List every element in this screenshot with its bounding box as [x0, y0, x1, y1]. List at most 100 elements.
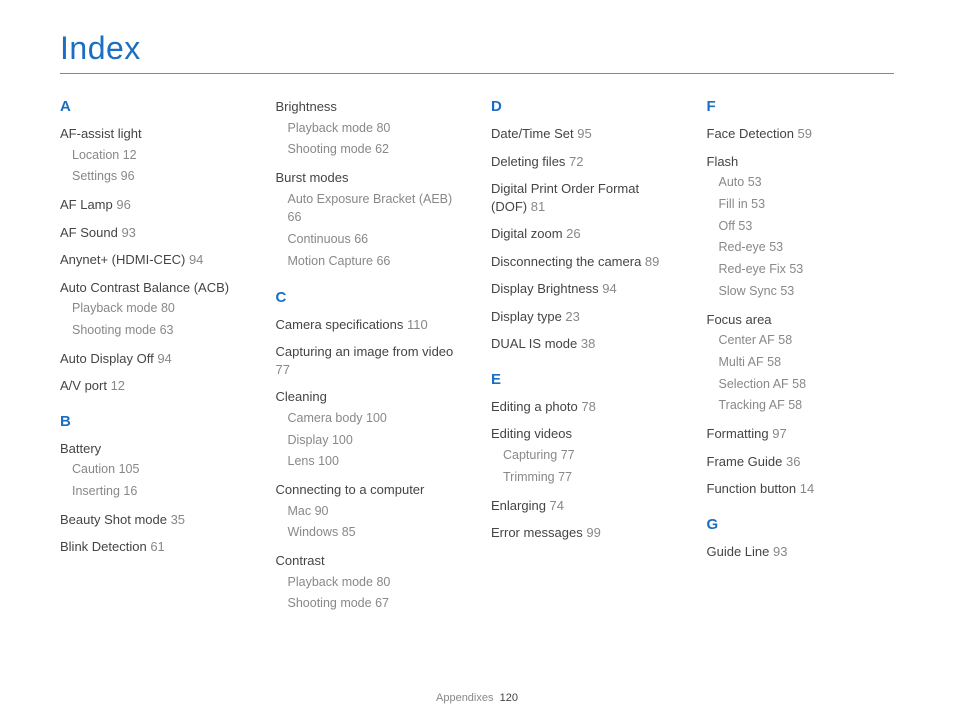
index-page: 99 [586, 525, 600, 540]
index-subterm: Shooting mode [72, 323, 160, 337]
index-subterm: Motion Capture [288, 254, 377, 268]
index-entry: AF Lamp 96 [60, 196, 248, 214]
index-subterm: Off [719, 219, 739, 233]
index-page: 77 [558, 470, 572, 484]
index-columns: AAF-assist lightLocation 12Settings 96AF… [60, 98, 894, 623]
index-page: 53 [738, 219, 752, 233]
index-entry: Guide Line 93 [707, 543, 895, 561]
index-page: 85 [342, 525, 356, 539]
index-column: DDate/Time Set 95Deleting files 72Digita… [491, 98, 679, 623]
index-page: 72 [569, 154, 583, 169]
index-column: FFace Detection 59FlashAuto 53Fill in 53… [707, 98, 895, 623]
index-subentry: Center AF 58 [719, 331, 895, 350]
index-entry: Editing a photo 78 [491, 398, 679, 416]
index-term: Burst modes [276, 169, 464, 187]
index-page: 100 [366, 411, 387, 425]
index-letter: G [707, 516, 895, 533]
index-subentry: Caution 105 [72, 460, 248, 479]
index-subentry: Selection AF 58 [719, 375, 895, 394]
index-subterm: Lens [288, 454, 319, 468]
index-subentry: Settings 96 [72, 167, 248, 186]
index-term: Editing videos [491, 425, 679, 443]
index-subterm: Mac [288, 504, 315, 518]
index-term: Auto Contrast Balance (ACB) [60, 279, 248, 297]
index-page: 100 [318, 454, 339, 468]
index-subentry: Playback mode 80 [288, 119, 464, 138]
index-subterm: Caution [72, 462, 119, 476]
index-subentry: Camera body 100 [288, 409, 464, 428]
index-page: 80 [376, 575, 390, 589]
index-entry: Auto Display Off 94 [60, 350, 248, 368]
index-subentry: Shooting mode 63 [72, 321, 248, 340]
index-page: 89 [645, 254, 659, 269]
index-entry: Beauty Shot mode 35 [60, 511, 248, 529]
index-entry: Camera specifications 110 [276, 316, 464, 334]
index-subentry: Windows 85 [288, 523, 464, 542]
index-term: DUAL IS mode [491, 336, 581, 351]
index-entry: A/V port 12 [60, 377, 248, 395]
index-page: 95 [577, 126, 591, 141]
index-term: Frame Guide [707, 454, 786, 469]
index-entry: Formatting 97 [707, 425, 895, 443]
index-page: 58 [778, 333, 792, 347]
index-column: AAF-assist lightLocation 12Settings 96AF… [60, 98, 248, 623]
index-page: 90 [315, 504, 329, 518]
index-term: Face Detection [707, 126, 798, 141]
index-subentry: Mac 90 [288, 502, 464, 521]
index-letter: A [60, 98, 248, 115]
index-page: 16 [123, 484, 137, 498]
index-term: Focus area [707, 311, 895, 329]
index-page: 61 [150, 539, 164, 554]
index-letter: F [707, 98, 895, 115]
footer-page-number: 120 [500, 692, 518, 704]
index-subentry: Location 12 [72, 146, 248, 165]
index-term: Anynet+ (HDMI-CEC) [60, 252, 189, 267]
index-subterm: Location [72, 148, 123, 162]
index-subterm: Settings [72, 169, 121, 183]
index-term: A/V port [60, 378, 111, 393]
index-page: 12 [123, 148, 137, 162]
index-page: 78 [581, 399, 595, 414]
index-term: Display type [491, 309, 565, 324]
index-entry: DUAL IS mode 38 [491, 335, 679, 353]
index-page: 81 [531, 199, 545, 214]
index-subterm: Tracking AF [719, 398, 789, 412]
index-subentry: Red-eye 53 [719, 238, 895, 257]
index-subterm: Capturing [503, 448, 561, 462]
index-entry-group: Focus areaCenter AF 58Multi AF 58Selecti… [707, 311, 895, 416]
index-subentry: Motion Capture 66 [288, 252, 464, 271]
index-page: 66 [376, 254, 390, 268]
index-term: Battery [60, 440, 248, 458]
index-page: 53 [751, 197, 765, 211]
index-page: 67 [375, 596, 389, 610]
index-page: 58 [788, 398, 802, 412]
index-term: Function button [707, 481, 800, 496]
index-page: 63 [160, 323, 174, 337]
index-term: AF Lamp [60, 197, 116, 212]
index-term: Brightness [276, 98, 464, 116]
index-letter: C [276, 289, 464, 306]
index-letter: D [491, 98, 679, 115]
index-page: 97 [772, 426, 786, 441]
index-entry: Digital Print Order Format (DOF) 81 [491, 180, 679, 215]
index-subterm: Slow Sync [719, 284, 781, 298]
index-entry-group: Connecting to a computerMac 90Windows 85 [276, 481, 464, 542]
index-subterm: Inserting [72, 484, 123, 498]
index-letter: B [60, 413, 248, 430]
index-page: 58 [767, 355, 781, 369]
index-subentry: Lens 100 [288, 452, 464, 471]
index-page: 94 [157, 351, 171, 366]
index-page: 53 [780, 284, 794, 298]
index-page: 66 [354, 232, 368, 246]
index-term: Enlarging [491, 498, 550, 513]
index-subterm: Red-eye [719, 240, 770, 254]
index-page: 80 [376, 121, 390, 135]
index-subentry: Continuous 66 [288, 230, 464, 249]
index-page: 77 [561, 448, 575, 462]
index-entry-group: Auto Contrast Balance (ACB)Playback mode… [60, 279, 248, 340]
index-page: 14 [800, 481, 814, 496]
index-page: 93 [121, 225, 135, 240]
page-title: Index [60, 30, 894, 74]
index-subterm: Auto Exposure Bracket (AEB) [288, 192, 453, 206]
index-page: 62 [375, 142, 389, 156]
